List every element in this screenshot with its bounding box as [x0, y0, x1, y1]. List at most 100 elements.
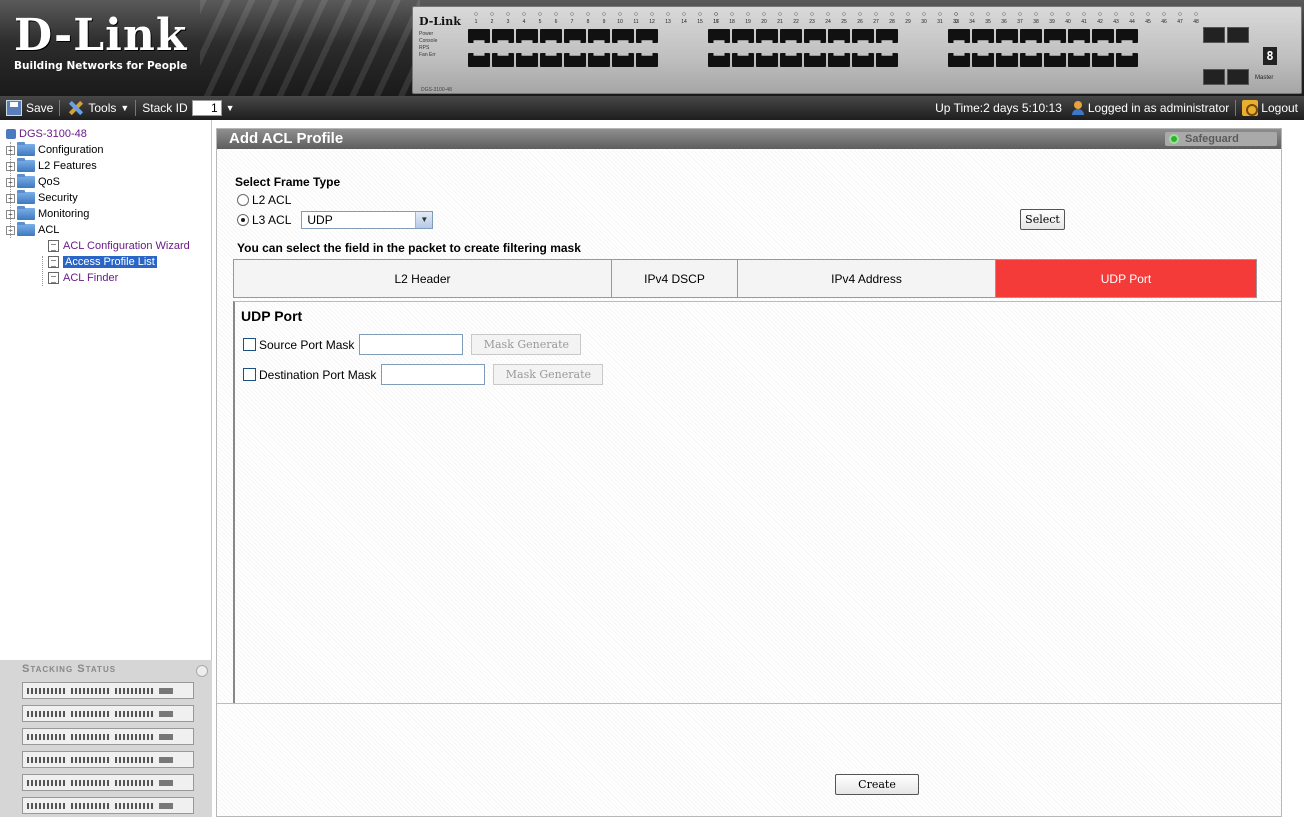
- stack-unit-icon[interactable]: [22, 682, 194, 699]
- ethernet-port[interactable]: [756, 29, 778, 43]
- sfp-port-45[interactable]: [1203, 27, 1225, 43]
- tab-l2-header[interactable]: L2 Header: [234, 260, 612, 297]
- ethernet-port[interactable]: [948, 29, 970, 43]
- l3-acl-radio[interactable]: [237, 214, 249, 226]
- stack-id-selector[interactable]: Stack ID 1 ▼: [136, 96, 240, 120]
- ethernet-port[interactable]: [804, 53, 826, 67]
- ethernet-port[interactable]: [636, 53, 658, 67]
- ethernet-port[interactable]: [1020, 29, 1042, 43]
- ethernet-port[interactable]: [564, 29, 586, 43]
- destination-port-mask-checkbox[interactable]: [243, 368, 256, 381]
- tree-item-l2-features[interactable]: + L2 Features: [6, 158, 211, 174]
- stack-unit-icon[interactable]: [22, 705, 194, 722]
- source-port-mask-input[interactable]: [359, 334, 464, 355]
- ethernet-port[interactable]: [564, 53, 586, 67]
- switch-front-panel[interactable]: D-Link Power Console RPS Fan Err DGS-310…: [412, 6, 1302, 94]
- ethernet-port[interactable]: [732, 29, 754, 43]
- ethernet-port[interactable]: [852, 29, 874, 43]
- ethernet-port[interactable]: [948, 53, 970, 67]
- port-number-label: 36: [996, 11, 1012, 25]
- ethernet-port[interactable]: [756, 53, 778, 67]
- stack-unit-icon[interactable]: [22, 797, 194, 814]
- ethernet-port[interactable]: [540, 53, 562, 67]
- ethernet-port[interactable]: [492, 29, 514, 43]
- ethernet-port[interactable]: [828, 29, 850, 43]
- stack-id-value[interactable]: 1: [191, 100, 222, 116]
- l3-acl-option[interactable]: L3 ACL UDP ▼: [237, 211, 434, 229]
- ethernet-port[interactable]: [780, 29, 802, 43]
- tree-item-security[interactable]: + Security: [6, 190, 211, 206]
- destination-mask-generate-button[interactable]: Mask Generate: [493, 364, 604, 385]
- port-group-1[interactable]: 12345678910111213141516: [468, 11, 724, 67]
- ethernet-port[interactable]: [636, 29, 658, 43]
- toolbar-status: Up Time:2 days 5:10:13 Logged in as admi…: [929, 96, 1304, 120]
- ethernet-port[interactable]: [1020, 53, 1042, 67]
- create-button[interactable]: Create: [835, 774, 919, 795]
- ethernet-port[interactable]: [828, 53, 850, 67]
- ethernet-port[interactable]: [708, 29, 730, 43]
- ethernet-port[interactable]: [972, 53, 994, 67]
- ethernet-port[interactable]: [1044, 29, 1066, 43]
- ethernet-port[interactable]: [732, 53, 754, 67]
- ethernet-port[interactable]: [1092, 53, 1114, 67]
- ethernet-port[interactable]: [492, 53, 514, 67]
- ethernet-port[interactable]: [516, 53, 538, 67]
- ethernet-port[interactable]: [804, 29, 826, 43]
- ethernet-port[interactable]: [996, 53, 1018, 67]
- tree-root-device[interactable]: DGS-3100-48: [6, 126, 211, 142]
- tree-item-configuration[interactable]: + Configuration: [6, 142, 211, 158]
- l2-acl-radio[interactable]: [237, 194, 249, 206]
- ethernet-port[interactable]: [612, 53, 634, 67]
- ethernet-port[interactable]: [876, 53, 898, 67]
- sfp-port-47[interactable]: [1203, 69, 1225, 85]
- save-button[interactable]: Save: [0, 96, 59, 120]
- tab-ipv4-address[interactable]: IPv4 Address: [738, 260, 996, 297]
- ethernet-port[interactable]: [852, 53, 874, 67]
- ethernet-port[interactable]: [468, 29, 490, 43]
- ethernet-port[interactable]: [588, 53, 610, 67]
- ethernet-port[interactable]: [876, 29, 898, 43]
- ethernet-port[interactable]: [996, 29, 1018, 43]
- logout-button[interactable]: Logout: [1236, 96, 1304, 120]
- source-mask-generate-button[interactable]: Mask Generate: [471, 334, 582, 355]
- ethernet-port[interactable]: [1044, 53, 1066, 67]
- ethernet-port[interactable]: [1116, 53, 1138, 67]
- port-group-2[interactable]: 17181920212223242526272829303132: [708, 11, 964, 67]
- select-button[interactable]: Select: [1020, 209, 1065, 230]
- tree-item-acl[interactable]: − ACL: [6, 222, 211, 238]
- ethernet-port[interactable]: [540, 29, 562, 43]
- l2-acl-option[interactable]: L2 ACL: [237, 193, 291, 207]
- ethernet-port[interactable]: [708, 53, 730, 67]
- stack-unit-icon[interactable]: [22, 774, 194, 791]
- tree-item-acl-finder[interactable]: ACL Finder: [6, 270, 211, 286]
- stack-unit-icon[interactable]: [22, 751, 194, 768]
- chevron-down-icon[interactable]: ▼: [415, 212, 433, 228]
- tree-item-acl-wizard[interactable]: ACL Configuration Wizard: [6, 238, 211, 254]
- chevron-down-icon[interactable]: ▼: [226, 103, 235, 113]
- ethernet-port[interactable]: [468, 53, 490, 67]
- tools-label: Tools: [88, 101, 117, 115]
- destination-port-mask-input[interactable]: [381, 364, 486, 385]
- ethernet-port[interactable]: [780, 53, 802, 67]
- ethernet-port[interactable]: [1068, 29, 1090, 43]
- ethernet-port[interactable]: [612, 29, 634, 43]
- ethernet-port[interactable]: [516, 29, 538, 43]
- stack-unit-icon[interactable]: [22, 728, 194, 745]
- port-group-3[interactable]: 33343536373839404142434445464748: [948, 11, 1204, 67]
- source-port-mask-checkbox[interactable]: [243, 338, 256, 351]
- ethernet-port[interactable]: [1116, 29, 1138, 43]
- tools-menu[interactable]: Tools ▼: [60, 96, 135, 120]
- tab-udp-port[interactable]: UDP Port: [996, 260, 1256, 297]
- tab-ipv4-dscp[interactable]: IPv4 DSCP: [612, 260, 738, 297]
- tree-item-access-profile-list[interactable]: Access Profile List: [6, 254, 211, 270]
- ethernet-port[interactable]: [1068, 53, 1090, 67]
- sfp-port-46[interactable]: [1227, 27, 1249, 43]
- protocol-select[interactable]: UDP ▼: [301, 211, 434, 229]
- port-number-label: 17: [708, 11, 724, 25]
- ethernet-port[interactable]: [1092, 29, 1114, 43]
- tree-item-monitoring[interactable]: + Monitoring: [6, 206, 211, 222]
- ethernet-port[interactable]: [972, 29, 994, 43]
- ethernet-port[interactable]: [588, 29, 610, 43]
- sfp-port-48[interactable]: [1227, 69, 1249, 85]
- tree-item-qos[interactable]: + QoS: [6, 174, 211, 190]
